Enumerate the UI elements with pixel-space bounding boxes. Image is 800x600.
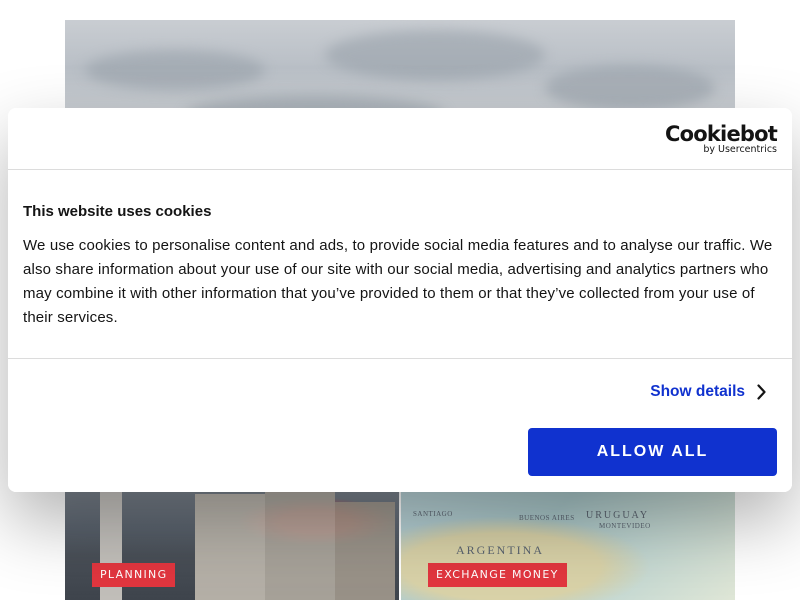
dialog-header: Cookiebot by Usercentrics xyxy=(8,108,792,170)
cookiebot-logo: Cookiebot by Usercentrics xyxy=(665,122,778,155)
category-tag[interactable]: PLANNING xyxy=(92,563,176,587)
map-label: BUENOS AIRES xyxy=(519,514,575,522)
chevron-right-icon xyxy=(757,384,766,400)
dialog-title: This website uses cookies xyxy=(23,203,212,220)
allow-all-button[interactable]: ALLOW ALL xyxy=(528,428,777,476)
show-details-link[interactable]: Show details xyxy=(650,383,766,401)
article-cards: PLANNING ARGENTINA URUGUAY BUENOS AIRES … xyxy=(65,488,735,600)
show-details-label: Show details xyxy=(650,383,745,400)
map-label: ARGENTINA xyxy=(456,543,544,557)
article-card-planning[interactable]: PLANNING xyxy=(65,488,399,600)
map-label: MONTEVIDEO xyxy=(599,522,651,530)
article-card-exchange-money[interactable]: ARGENTINA URUGUAY BUENOS AIRES MONTEVIDE… xyxy=(401,488,735,600)
category-tag[interactable]: EXCHANGE MONEY xyxy=(428,563,567,587)
dialog-description: We use cookies to personalise content an… xyxy=(23,237,773,326)
logo-text: Cookiebot xyxy=(665,122,778,146)
map-label: URUGUAY xyxy=(586,510,650,521)
map-label: SANTIAGO xyxy=(413,510,453,518)
cookie-consent-dialog: Cookiebot by Usercentrics This website u… xyxy=(8,108,792,492)
dialog-body: This website uses cookies We use cookies… xyxy=(8,170,792,359)
